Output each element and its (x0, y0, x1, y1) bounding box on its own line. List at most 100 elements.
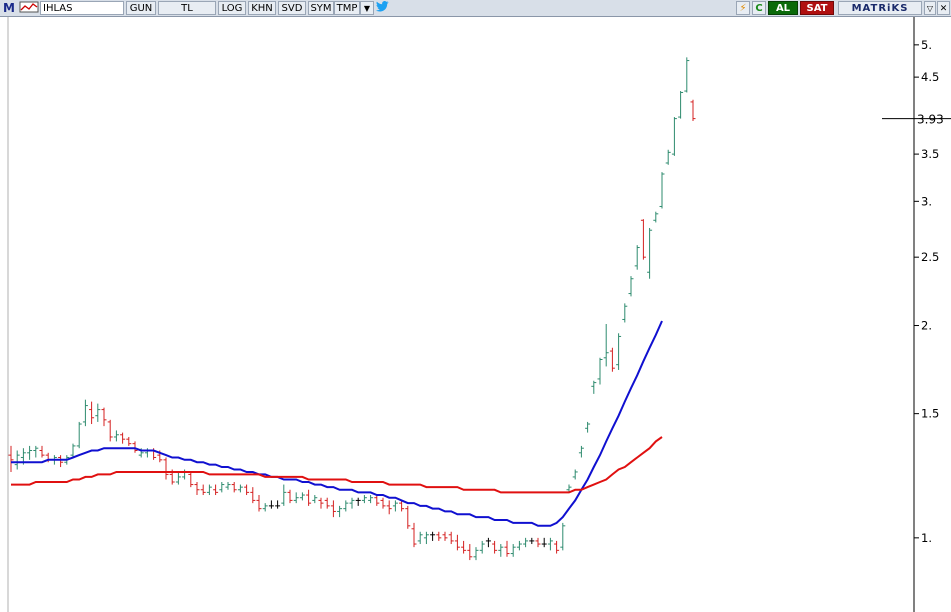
ohlc-bar (411, 522, 417, 548)
ohlc-bar (454, 534, 460, 551)
ohlc-bar (380, 497, 386, 509)
ma-slow-line (11, 436, 663, 494)
ohlc-bar (368, 495, 374, 504)
ohlc-bar (603, 323, 609, 367)
ohlc-bar (634, 245, 640, 270)
ohlc-bar (448, 531, 454, 545)
ohlc-bar (95, 403, 101, 422)
y-tick-label: 4.5 (921, 70, 939, 84)
refresh-icon[interactable]: C (752, 1, 766, 15)
ohlc-bar (467, 544, 473, 561)
ohlc-bar (188, 471, 194, 488)
y-tick-label: 5. (921, 38, 932, 52)
lightning-icon[interactable]: ⚡ (736, 1, 750, 15)
ohlc-bar (684, 57, 690, 93)
tmp-button[interactable]: TMP (334, 1, 360, 15)
ohlc-bar (330, 500, 336, 518)
collapse-triangle-icon[interactable]: ▽ (924, 1, 936, 15)
ohlc-bar (361, 495, 367, 504)
ohlc-bar (386, 500, 392, 515)
ohlc-bar (250, 487, 256, 504)
ohlc-bar (27, 445, 33, 460)
ohlc-bar (89, 401, 95, 425)
ohlc-bar (498, 544, 504, 557)
ohlc-bar (268, 500, 274, 509)
period-button[interactable]: GUN (126, 1, 156, 15)
brand-logo: MATRiKS (838, 1, 922, 15)
ma-fast-line (11, 320, 663, 527)
ohlc-bar (516, 540, 522, 551)
ohlc-bar (678, 91, 684, 119)
ohlc-bar (349, 497, 355, 509)
ohlc-bar (578, 445, 584, 458)
ohlc-bar (262, 503, 268, 512)
khn-button[interactable]: KHN (248, 1, 276, 15)
buy-button[interactable]: AL (768, 1, 798, 15)
price-chart[interactable]: 5. 4.5 3.5 3. 2.5 2. 1.5 1. 3.93 (0, 17, 951, 612)
ohlc-bar (417, 531, 423, 545)
ohlc-bar (547, 537, 553, 551)
ohlc-bar (442, 531, 448, 541)
ohlc-bar (485, 537, 491, 548)
ohlc-bar (473, 547, 479, 561)
ohlc-bar (374, 495, 380, 506)
y-axis: 5. 4.5 3.5 3. 2.5 2. 1.5 1. 3.93 (882, 38, 951, 545)
ohlc-bar (510, 544, 516, 557)
ohlc-bar (479, 540, 485, 554)
ohlc-bar (82, 399, 88, 427)
ohlc-bar (175, 471, 181, 485)
ohlc-bar (554, 540, 560, 554)
ohlc-bar (523, 537, 529, 548)
ohlc-bar (76, 421, 82, 449)
ohlc-bar (293, 492, 299, 504)
y-tick-label: 3.5 (921, 147, 939, 161)
ohlc-bar (200, 484, 206, 496)
svd-button[interactable]: SVD (278, 1, 306, 15)
ohlc-bar (126, 436, 132, 446)
sym-button[interactable]: SYM (308, 1, 334, 15)
ohlc-bar (461, 540, 467, 554)
ohlc-bar (665, 149, 671, 165)
ohlc-bar (14, 450, 20, 470)
ohlc-bar (343, 500, 349, 512)
ohlc-bar (597, 357, 603, 385)
log-scale-button[interactable]: LOG (218, 1, 246, 15)
ohlc-bar (312, 495, 318, 504)
ohlc-bar (182, 469, 188, 480)
ohlc-bar (492, 540, 498, 554)
symbol-field[interactable]: IHLAS (40, 1, 124, 15)
ohlc-bar (206, 484, 212, 496)
ohlc-bar (337, 505, 343, 518)
currency-button[interactable]: TL (158, 1, 216, 15)
last-price-label: 3.93 (917, 113, 944, 127)
y-tick-label: 2. (921, 319, 932, 333)
ohlc-bar (244, 484, 250, 496)
menu-button[interactable]: M (2, 1, 16, 15)
ohlc-bar (39, 445, 45, 458)
ohlc-bar (275, 500, 281, 509)
close-icon[interactable]: ✕ (937, 1, 950, 15)
ohlc-bar (237, 484, 243, 493)
ohlc-bar (163, 457, 169, 480)
ohlc-bar (256, 495, 262, 512)
ohlc-bar (591, 380, 597, 394)
ohlc-bar (616, 333, 622, 370)
ohlc-bar (659, 172, 665, 209)
ohlc-bar (219, 481, 225, 493)
ohlc-bar (355, 497, 361, 506)
ohlc-bar (529, 537, 535, 545)
ohlc-bar (609, 347, 615, 372)
ohlc-bar (324, 497, 330, 509)
ohlc-bar (628, 276, 634, 297)
ohlc-bar (423, 531, 429, 545)
ohlc-bar (585, 421, 591, 433)
ohlc-bar (132, 441, 138, 453)
ohlc-bar (107, 419, 113, 442)
twitter-bird-icon[interactable] (375, 1, 389, 15)
ohlc-bar (8, 445, 14, 472)
dropdown-arrow-icon[interactable]: ▼ (360, 1, 374, 15)
sell-button[interactable]: SAT (800, 1, 834, 15)
symbol-chart-icon[interactable] (18, 1, 40, 15)
chart-toolbar: M IHLAS GUN TL LOG KHN SVD SYM TMP ▼ ⚡ C… (0, 0, 951, 17)
y-tick-label: 1.5 (921, 407, 939, 421)
